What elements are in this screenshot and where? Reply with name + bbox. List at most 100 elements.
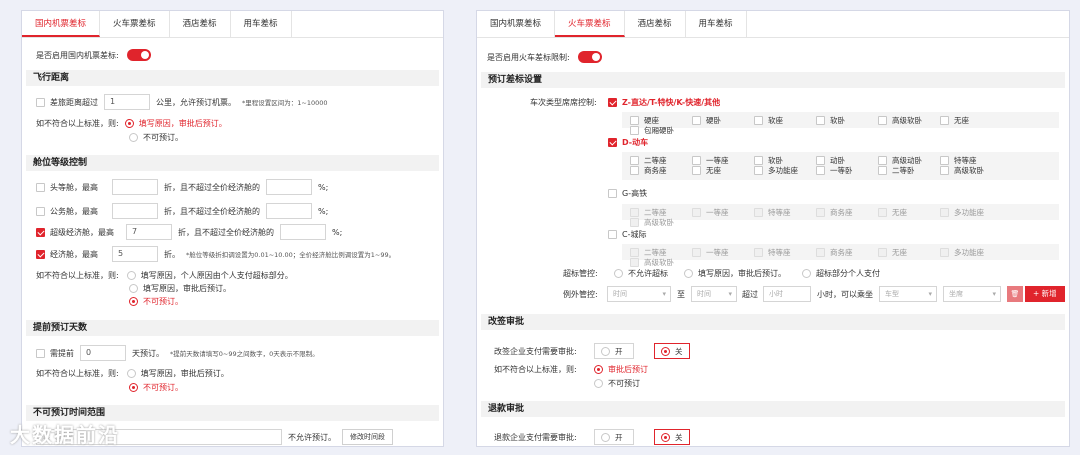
z-seat-option[interactable]: 包厢硬卧 bbox=[630, 125, 692, 135]
distance-input[interactable]: 1 bbox=[104, 94, 150, 110]
seat-checkbox[interactable] bbox=[878, 155, 887, 165]
seat-checkbox[interactable] bbox=[692, 247, 701, 257]
g-seat-option[interactable]: 一等座 bbox=[692, 207, 754, 217]
seat-checkbox[interactable] bbox=[940, 165, 949, 175]
z-seat-option[interactable]: 软座 bbox=[754, 115, 816, 125]
seat-checkbox[interactable] bbox=[630, 115, 639, 125]
c-seat-option[interactable]: 二等座 bbox=[630, 247, 692, 257]
radio-reason[interactable] bbox=[124, 119, 134, 128]
radio-personal[interactable] bbox=[126, 271, 136, 280]
d-seat-option[interactable]: 无座 bbox=[692, 165, 754, 175]
first-class-discount-input[interactable] bbox=[112, 179, 158, 195]
exception-time-end[interactable]: 时间 ▾ bbox=[691, 286, 737, 302]
tab-train[interactable]: 火车票差标 bbox=[555, 11, 625, 37]
d-seat-option[interactable]: 二等卧 bbox=[878, 165, 940, 175]
d-seat-option[interactable]: 软卧 bbox=[754, 155, 816, 165]
c-train-checkbox[interactable] bbox=[608, 230, 617, 239]
radio-no[interactable] bbox=[129, 383, 138, 392]
exception-hours-input[interactable]: 小时 bbox=[763, 286, 811, 302]
seat-checkbox[interactable] bbox=[878, 247, 887, 257]
over-radio-1[interactable] bbox=[684, 269, 693, 278]
seat-checkbox[interactable] bbox=[692, 207, 701, 217]
seat-checkbox[interactable] bbox=[940, 207, 949, 217]
advance-checkbox[interactable] bbox=[36, 348, 45, 358]
seat-checkbox[interactable] bbox=[816, 155, 825, 165]
z-seat-option[interactable]: 硬卧 bbox=[692, 115, 754, 125]
seat-checkbox[interactable] bbox=[940, 247, 949, 257]
first-class-percent-input[interactable] bbox=[266, 179, 312, 195]
change-radio-no[interactable] bbox=[594, 379, 603, 388]
advance-input[interactable]: 0 bbox=[80, 345, 126, 361]
economy-checkbox[interactable] bbox=[36, 249, 45, 259]
z-seat-option[interactable]: 软卧 bbox=[816, 115, 878, 125]
enable-toggle[interactable] bbox=[577, 51, 602, 63]
enable-toggle[interactable] bbox=[126, 49, 151, 61]
seat-checkbox[interactable] bbox=[816, 207, 825, 217]
distance-checkbox[interactable] bbox=[36, 97, 45, 107]
refund-on-button[interactable]: 开 bbox=[594, 429, 634, 445]
super-economy-discount-input[interactable]: 7 bbox=[126, 224, 172, 240]
radio-no[interactable] bbox=[129, 297, 138, 306]
z-seat-option[interactable]: 硬座 bbox=[630, 115, 692, 125]
seat-checkbox[interactable] bbox=[940, 155, 949, 165]
add-button[interactable]: + 新增 bbox=[1025, 286, 1065, 302]
first-class-checkbox[interactable] bbox=[36, 182, 45, 192]
seat-checkbox[interactable] bbox=[878, 115, 887, 125]
seat-checkbox[interactable] bbox=[754, 207, 763, 217]
c-seat-option[interactable]: 高级软卧 bbox=[630, 257, 692, 267]
change-radio-approve[interactable] bbox=[594, 365, 603, 374]
seat-checkbox[interactable] bbox=[630, 125, 639, 135]
z-seat-option[interactable]: 无座 bbox=[940, 115, 1002, 125]
tab-car[interactable]: 用车差标 bbox=[686, 11, 747, 37]
tab-train[interactable]: 火车票差标 bbox=[100, 11, 170, 37]
seat-checkbox[interactable] bbox=[816, 247, 825, 257]
g-seat-option[interactable]: 商务座 bbox=[816, 207, 878, 217]
d-seat-option[interactable]: 高级软卧 bbox=[940, 165, 1002, 175]
super-economy-percent-input[interactable] bbox=[280, 224, 326, 240]
economy-discount-input[interactable]: 5 bbox=[112, 246, 158, 262]
seat-checkbox[interactable] bbox=[692, 115, 701, 125]
z-seat-option[interactable]: 高级软卧 bbox=[878, 115, 940, 125]
seat-checkbox[interactable] bbox=[878, 165, 887, 175]
d-train-checkbox[interactable] bbox=[608, 138, 617, 147]
seat-checkbox[interactable] bbox=[754, 115, 763, 125]
g-seat-option[interactable]: 无座 bbox=[878, 207, 940, 217]
g-seat-option[interactable]: 多功能座 bbox=[940, 207, 1002, 217]
tab-hotel[interactable]: 酒店差标 bbox=[170, 11, 231, 37]
business-percent-input[interactable] bbox=[266, 203, 312, 219]
g-train-checkbox[interactable] bbox=[608, 189, 617, 198]
seat-checkbox[interactable] bbox=[816, 165, 825, 175]
tab-hotel[interactable]: 酒店差标 bbox=[625, 11, 686, 37]
g-seat-option[interactable]: 二等座 bbox=[630, 207, 692, 217]
seat-checkbox[interactable] bbox=[692, 165, 701, 175]
c-seat-option[interactable]: 商务座 bbox=[816, 247, 878, 257]
seat-checkbox[interactable] bbox=[940, 115, 949, 125]
seat-checkbox[interactable] bbox=[754, 165, 763, 175]
d-seat-option[interactable]: 高级动卧 bbox=[878, 155, 940, 165]
radio-reason[interactable] bbox=[126, 369, 136, 378]
refund-off-button[interactable]: 关 bbox=[654, 429, 690, 445]
tab-domestic-flight[interactable]: 国内机票差标 bbox=[477, 11, 556, 37]
over-radio-0[interactable] bbox=[614, 269, 623, 278]
d-seat-option[interactable]: 一等卧 bbox=[816, 165, 878, 175]
tab-domestic-flight[interactable]: 国内机票差标 bbox=[22, 11, 101, 37]
c-seat-option[interactable]: 多功能座 bbox=[940, 247, 1002, 257]
delete-icon[interactable]: 🗑 bbox=[1007, 286, 1023, 302]
seat-checkbox[interactable] bbox=[692, 155, 701, 165]
tab-car[interactable]: 用车差标 bbox=[231, 11, 292, 37]
d-seat-option[interactable]: 多功能座 bbox=[754, 165, 816, 175]
g-seat-option[interactable]: 特等座 bbox=[754, 207, 816, 217]
seat-checkbox[interactable] bbox=[630, 207, 639, 217]
change-off-button[interactable]: 关 bbox=[654, 343, 690, 359]
business-discount-input[interactable] bbox=[112, 203, 158, 219]
seat-checkbox[interactable] bbox=[878, 207, 887, 217]
over-radio-2[interactable] bbox=[802, 269, 811, 278]
business-class-checkbox[interactable] bbox=[36, 206, 45, 216]
seat-checkbox[interactable] bbox=[630, 247, 639, 257]
seat-checkbox[interactable] bbox=[754, 155, 763, 165]
c-seat-option[interactable]: 无座 bbox=[878, 247, 940, 257]
c-seat-option[interactable]: 特等座 bbox=[754, 247, 816, 257]
super-economy-checkbox[interactable] bbox=[36, 227, 45, 237]
seat-checkbox[interactable] bbox=[816, 115, 825, 125]
exception-seat-select[interactable]: 坐席 ▾ bbox=[943, 286, 1001, 302]
